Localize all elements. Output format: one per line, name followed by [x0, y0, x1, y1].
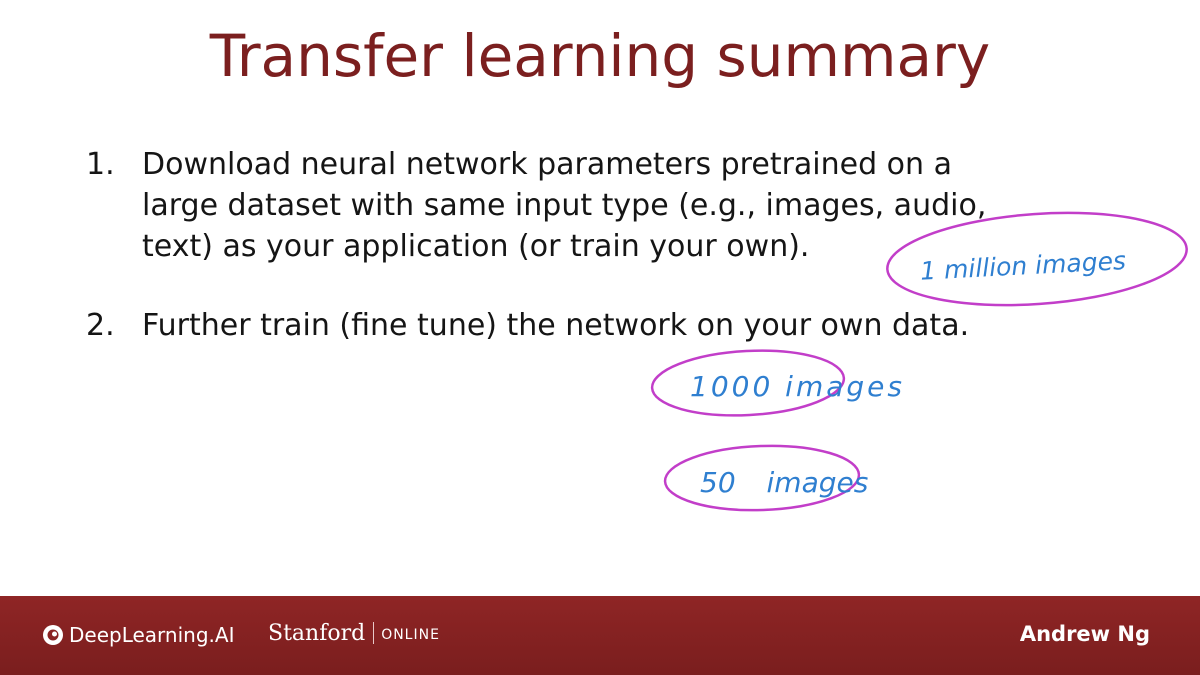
footer-bar: DeepLearning.AI Stanford ONLINE Andrew N…: [0, 596, 1200, 675]
list-item-line: Download neural network parameters pretr…: [142, 147, 952, 182]
list-item-line: large dataset with same input type (e.g.…: [142, 188, 987, 223]
stanford-online-logo: Stanford ONLINE: [268, 618, 440, 648]
list-item-number: 1.: [86, 147, 115, 182]
slide: Transfer learning summary 1. Download ne…: [0, 0, 1200, 675]
deeplearning-ai-icon: [43, 625, 63, 645]
deeplearning-ai-logo: DeepLearning.AI: [42, 622, 234, 648]
list-item-line: Further train (fine tune) the network on…: [142, 308, 970, 343]
logo-divider: [373, 622, 375, 644]
list-item-line: text) as your application (or train your…: [142, 229, 810, 264]
list-item-number: 2.: [86, 308, 115, 343]
deeplearning-ai-wordmark: DeepLearning.AI: [69, 623, 235, 647]
list-item-2: 2. Further train (fine tune) the network…: [86, 305, 1126, 350]
online-wordmark: ONLINE: [381, 626, 440, 643]
annotation-circle: [663, 444, 861, 512]
annotation-1000-images: 1000 images: [690, 370, 905, 403]
annotation-50-images: 50 images: [700, 466, 868, 499]
slide-title: Transfer learning summary: [209, 22, 991, 90]
author-name: Andrew Ng: [1019, 622, 1150, 646]
stanford-wordmark: Stanford: [268, 620, 366, 646]
annotation-circle: [650, 349, 846, 417]
list-item-1: 1. Download neural network parameters pr…: [86, 144, 1126, 274]
